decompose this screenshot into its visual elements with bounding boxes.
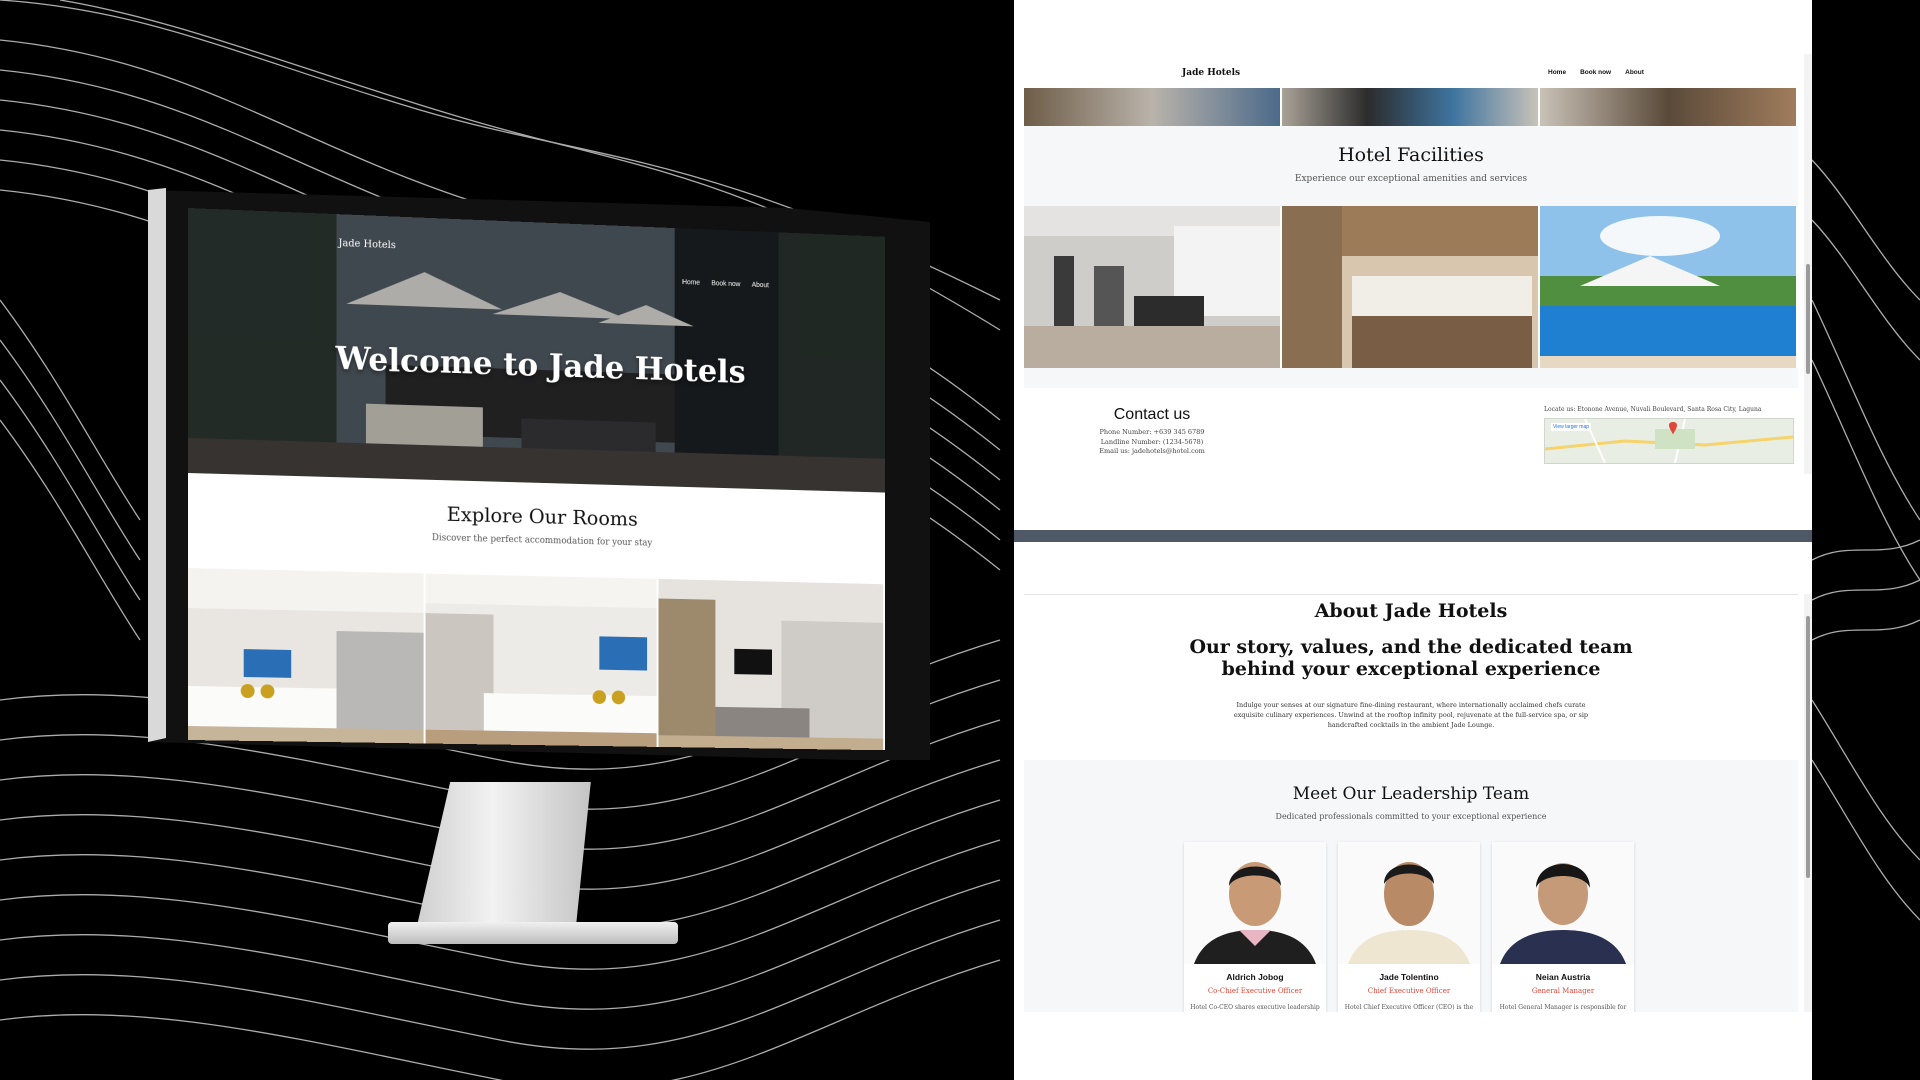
contact-title: Contact us — [1113, 406, 1191, 423]
nav-book-now[interactable]: Book now — [1580, 69, 1611, 76]
locate-text: Locate us: Etonone Avenue, Nuvali Boulev… — [1544, 406, 1762, 413]
contact-landline: Landline Number: (1234-5678) — [1100, 437, 1204, 446]
leader-photo — [1184, 842, 1326, 964]
about-tagline: Our story, values, and the dedicated tea… — [1189, 636, 1633, 680]
leader-desc: Hotel General Manager is responsible for — [1499, 1004, 1627, 1011]
facilities-gallery — [1024, 206, 1798, 368]
leader-cards: Aldrich Jobog Co-Chief Executive Officer… — [1184, 842, 1634, 1012]
leader-desc: Hotel Chief Executive Officer (CEO) is t… — [1344, 1004, 1474, 1011]
gym-image[interactable] — [1024, 206, 1282, 368]
nav-links: Home Book now About — [1548, 69, 1644, 76]
leader-card[interactable]: Aldrich Jobog Co-Chief Executive Officer… — [1184, 842, 1326, 1012]
nav-about[interactable]: About — [1625, 69, 1644, 76]
room-gallery — [188, 568, 886, 751]
panel-divider — [1014, 530, 1812, 542]
leader-name: Aldrich Jobog — [1226, 972, 1284, 982]
contact-details: Phone Number: +639 345 6789 Landline Num… — [1024, 428, 1280, 457]
facilities-title: Hotel Facilities — [1338, 144, 1484, 166]
monitor-screen: Jade Hotels Home Book now About Welcome … — [188, 208, 886, 751]
nav-home[interactable]: Home — [1548, 69, 1566, 76]
leader-role: Co-Chief Executive Officer — [1207, 987, 1303, 995]
about-page-panel: About Jade Hotels Our story, values, and… — [1024, 542, 1798, 1012]
contact-phone: Phone Number: +639 345 6789 — [1099, 428, 1205, 436]
leader-card[interactable]: Jade Tolentino Chief Executive Officer H… — [1338, 842, 1480, 1012]
website-preview: Jade Hotels Home Book now About Hotel Fa… — [1014, 0, 1812, 1080]
scroll-thumb[interactable] — [1806, 264, 1810, 374]
pool-image[interactable] — [1540, 206, 1798, 368]
map-larger-link[interactable]: View larger map — [1551, 423, 1592, 431]
leader-photo — [1338, 842, 1480, 964]
contact-email[interactable]: Email us: jadehotels@hotel.com — [1024, 447, 1280, 457]
room-thumb[interactable] — [1540, 88, 1798, 126]
leader-role: General Manager — [1531, 987, 1595, 995]
home-page-panel: Jade Hotels Home Book now About Hotel Fa… — [1024, 54, 1798, 474]
leader-card[interactable]: Neian Austria General Manager Hotel Gene… — [1492, 842, 1634, 1012]
navbar: Jade Hotels Home Book now About — [1024, 68, 1798, 84]
room-image[interactable] — [188, 568, 426, 744]
hero-brand[interactable]: Jade Hotels — [338, 238, 395, 251]
map-embed[interactable]: View larger map — [1544, 418, 1794, 464]
leadership-subtitle: Dedicated professionals committed to you… — [1275, 812, 1547, 821]
room-image[interactable] — [658, 578, 886, 751]
restaurant-image[interactable] — [1282, 206, 1540, 368]
monitor-base — [388, 922, 678, 944]
leader-name: Jade Tolentino — [1379, 972, 1439, 982]
leader-role: Chief Executive Officer — [1367, 987, 1451, 995]
nav-book-now[interactable]: Book now — [711, 280, 740, 288]
scroll-thumb[interactable] — [1806, 616, 1810, 878]
monitor-mockup: Jade Hotels Home Book now About Welcome … — [148, 182, 930, 944]
leader-photo — [1492, 842, 1634, 964]
about-description: Indulge your senses at our signature fin… — [1233, 701, 1589, 729]
leadership-section: Meet Our Leadership Team Dedicated profe… — [1024, 760, 1798, 1012]
scrollbar-top[interactable] — [1804, 54, 1812, 474]
room-thumb[interactable] — [1024, 88, 1282, 126]
nav-brand[interactable]: Jade Hotels — [1182, 68, 1240, 78]
leadership-title: Meet Our Leadership Team — [1292, 784, 1530, 804]
hero-section: Jade Hotels Home Book now About Welcome … — [188, 208, 886, 493]
facilities-section: Hotel Facilities Experience our exceptio… — [1024, 126, 1798, 388]
nav-home[interactable]: Home — [682, 279, 700, 287]
top-border — [1024, 594, 1798, 595]
about-title: About Jade Hotels — [1314, 600, 1508, 622]
nav-about[interactable]: About — [752, 282, 769, 289]
leader-desc: Hotel Co-CEO shares executive leadership — [1190, 1004, 1320, 1011]
room-thumb[interactable] — [1282, 88, 1540, 126]
room-image[interactable] — [425, 573, 659, 747]
leader-name: Neian Austria — [1535, 972, 1591, 982]
facilities-subtitle: Experience our exceptional amenities and… — [1294, 174, 1528, 184]
scrollbar-bottom[interactable] — [1804, 594, 1812, 1012]
room-strip — [1024, 88, 1798, 126]
